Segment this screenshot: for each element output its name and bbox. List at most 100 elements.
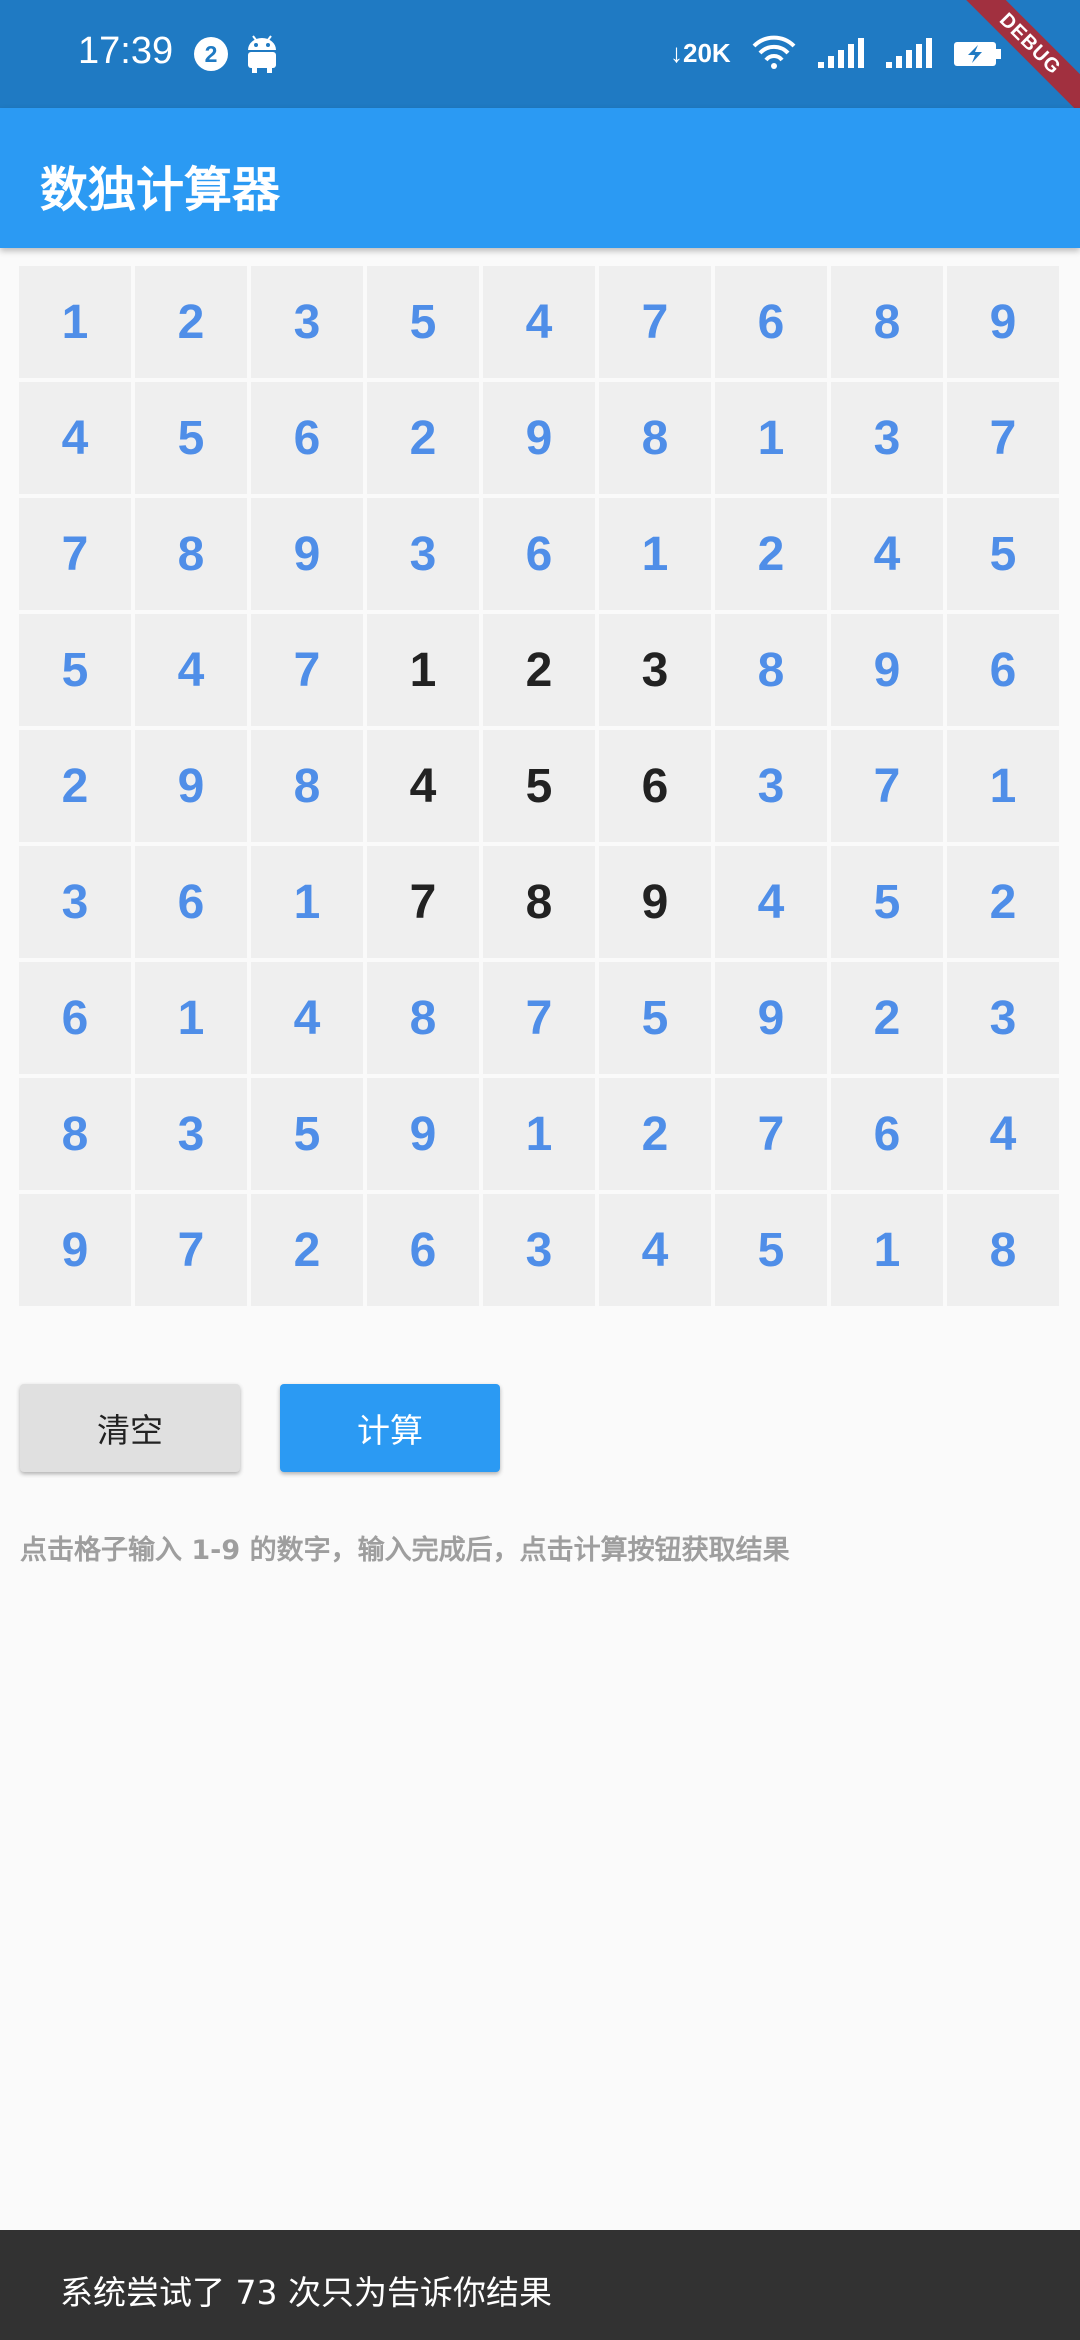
sudoku-cell[interactable]: 8 (251, 730, 363, 842)
app-bar: 数独计算器 (0, 108, 1080, 248)
sudoku-cell[interactable]: 7 (19, 498, 131, 610)
sudoku-cell[interactable]: 3 (831, 382, 943, 494)
sudoku-cell[interactable]: 9 (715, 962, 827, 1074)
sudoku-cell[interactable]: 7 (599, 266, 711, 378)
android-icon (244, 34, 280, 78)
clear-button[interactable]: 清空 (20, 1384, 240, 1472)
sudoku-cell[interactable]: 5 (135, 382, 247, 494)
sudoku-cell[interactable]: 3 (251, 266, 363, 378)
wifi-icon (752, 34, 796, 74)
sudoku-cell[interactable]: 5 (19, 614, 131, 726)
sudoku-cell[interactable]: 5 (483, 730, 595, 842)
sudoku-cell[interactable]: 1 (251, 846, 363, 958)
net-speed-indicator: ↓20K (670, 38, 731, 69)
sudoku-cell[interactable]: 9 (251, 498, 363, 610)
sudoku-cell[interactable]: 2 (483, 614, 595, 726)
sudoku-cell[interactable]: 5 (251, 1078, 363, 1190)
sudoku-cell[interactable]: 6 (367, 1194, 479, 1306)
sudoku-cell[interactable]: 2 (831, 962, 943, 1074)
sudoku-cell[interactable]: 1 (831, 1194, 943, 1306)
sudoku-cell[interactable]: 3 (947, 962, 1059, 1074)
snackbar-message: 系统尝试了 73 次只为告诉你结果 (60, 2273, 552, 2312)
sudoku-cell[interactable]: 1 (599, 498, 711, 610)
sudoku-cell[interactable]: 9 (831, 614, 943, 726)
status-bar: 17:39 2 ↓20K DEBUG (0, 0, 1080, 125)
sudoku-cell[interactable]: 3 (135, 1078, 247, 1190)
sudoku-cell[interactable]: 3 (367, 498, 479, 610)
sudoku-cell[interactable]: 4 (19, 382, 131, 494)
sudoku-cell[interactable]: 9 (483, 382, 595, 494)
sudoku-cell[interactable]: 3 (599, 614, 711, 726)
sudoku-cell[interactable]: 1 (715, 382, 827, 494)
sudoku-cell[interactable]: 9 (367, 1078, 479, 1190)
sudoku-cell[interactable]: 1 (19, 266, 131, 378)
sudoku-cell[interactable]: 3 (483, 1194, 595, 1306)
sudoku-cell[interactable]: 7 (947, 382, 1059, 494)
sudoku-cell[interactable]: 4 (367, 730, 479, 842)
status-time: 17:39 (78, 30, 174, 72)
sudoku-grid: 1235476894562981377893612455471238962984… (19, 266, 1059, 1306)
download-arrow-icon: ↓ (670, 38, 683, 68)
sudoku-cell[interactable]: 6 (483, 498, 595, 610)
signal-icon (816, 36, 866, 74)
sudoku-cell[interactable]: 6 (135, 846, 247, 958)
sudoku-cell[interactable]: 8 (831, 266, 943, 378)
sudoku-cell[interactable]: 7 (831, 730, 943, 842)
sudoku-cell[interactable]: 8 (947, 1194, 1059, 1306)
sudoku-cell[interactable]: 7 (251, 614, 363, 726)
sudoku-cell[interactable]: 4 (599, 1194, 711, 1306)
sudoku-cell[interactable]: 4 (135, 614, 247, 726)
snackbar: 系统尝试了 73 次只为告诉你结果 (0, 2230, 1080, 2340)
sudoku-cell[interactable]: 9 (599, 846, 711, 958)
sudoku-cell[interactable]: 2 (19, 730, 131, 842)
sudoku-cell[interactable]: 2 (715, 498, 827, 610)
sudoku-cell[interactable]: 5 (831, 846, 943, 958)
sudoku-cell[interactable]: 1 (947, 730, 1059, 842)
sudoku-cell[interactable]: 6 (19, 962, 131, 1074)
sudoku-cell[interactable]: 4 (483, 266, 595, 378)
sudoku-cell[interactable]: 1 (483, 1078, 595, 1190)
battery-charging-icon (952, 40, 1004, 72)
sudoku-cell[interactable]: 6 (947, 614, 1059, 726)
sudoku-cell[interactable]: 3 (715, 730, 827, 842)
sudoku-cell[interactable]: 6 (251, 382, 363, 494)
sudoku-cell[interactable]: 2 (135, 266, 247, 378)
sudoku-cell[interactable]: 8 (599, 382, 711, 494)
sudoku-cell[interactable]: 7 (483, 962, 595, 1074)
sudoku-cell[interactable]: 3 (19, 846, 131, 958)
sudoku-cell[interactable]: 8 (367, 962, 479, 1074)
sudoku-cell[interactable]: 2 (947, 846, 1059, 958)
sudoku-cell[interactable]: 5 (599, 962, 711, 1074)
sudoku-cell[interactable]: 4 (715, 846, 827, 958)
sudoku-cell[interactable]: 6 (715, 266, 827, 378)
sudoku-cell[interactable]: 6 (831, 1078, 943, 1190)
sudoku-cell[interactable]: 2 (599, 1078, 711, 1190)
sudoku-cell[interactable]: 4 (831, 498, 943, 610)
sudoku-cell[interactable]: 1 (135, 962, 247, 1074)
sudoku-cell[interactable]: 9 (19, 1194, 131, 1306)
sudoku-cell[interactable]: 2 (251, 1194, 363, 1306)
sudoku-cell[interactable]: 7 (135, 1194, 247, 1306)
signal-icon-2 (884, 36, 934, 74)
sudoku-cell[interactable]: 5 (367, 266, 479, 378)
sudoku-cell[interactable]: 1 (367, 614, 479, 726)
sudoku-cell[interactable]: 2 (367, 382, 479, 494)
sudoku-cell[interactable]: 4 (947, 1078, 1059, 1190)
net-speed-value: 20K (683, 38, 731, 68)
calculate-button[interactable]: 计算 (280, 1384, 500, 1472)
sudoku-cell[interactable]: 9 (135, 730, 247, 842)
notification-badge: 2 (194, 37, 228, 71)
sudoku-cell[interactable]: 8 (135, 498, 247, 610)
sudoku-cell[interactable]: 8 (715, 614, 827, 726)
sudoku-cell[interactable]: 5 (947, 498, 1059, 610)
sudoku-cell[interactable]: 4 (251, 962, 363, 1074)
sudoku-cell[interactable]: 9 (947, 266, 1059, 378)
sudoku-cell[interactable]: 6 (599, 730, 711, 842)
sudoku-cell[interactable]: 8 (483, 846, 595, 958)
sudoku-cell[interactable]: 8 (19, 1078, 131, 1190)
page-title: 数独计算器 (40, 162, 281, 218)
sudoku-cell[interactable]: 7 (367, 846, 479, 958)
sudoku-cell[interactable]: 7 (715, 1078, 827, 1190)
hint-text: 点击格子输入 1-9 的数字，输入完成后，点击计算按钮获取结果 (20, 1535, 790, 1566)
sudoku-cell[interactable]: 5 (715, 1194, 827, 1306)
